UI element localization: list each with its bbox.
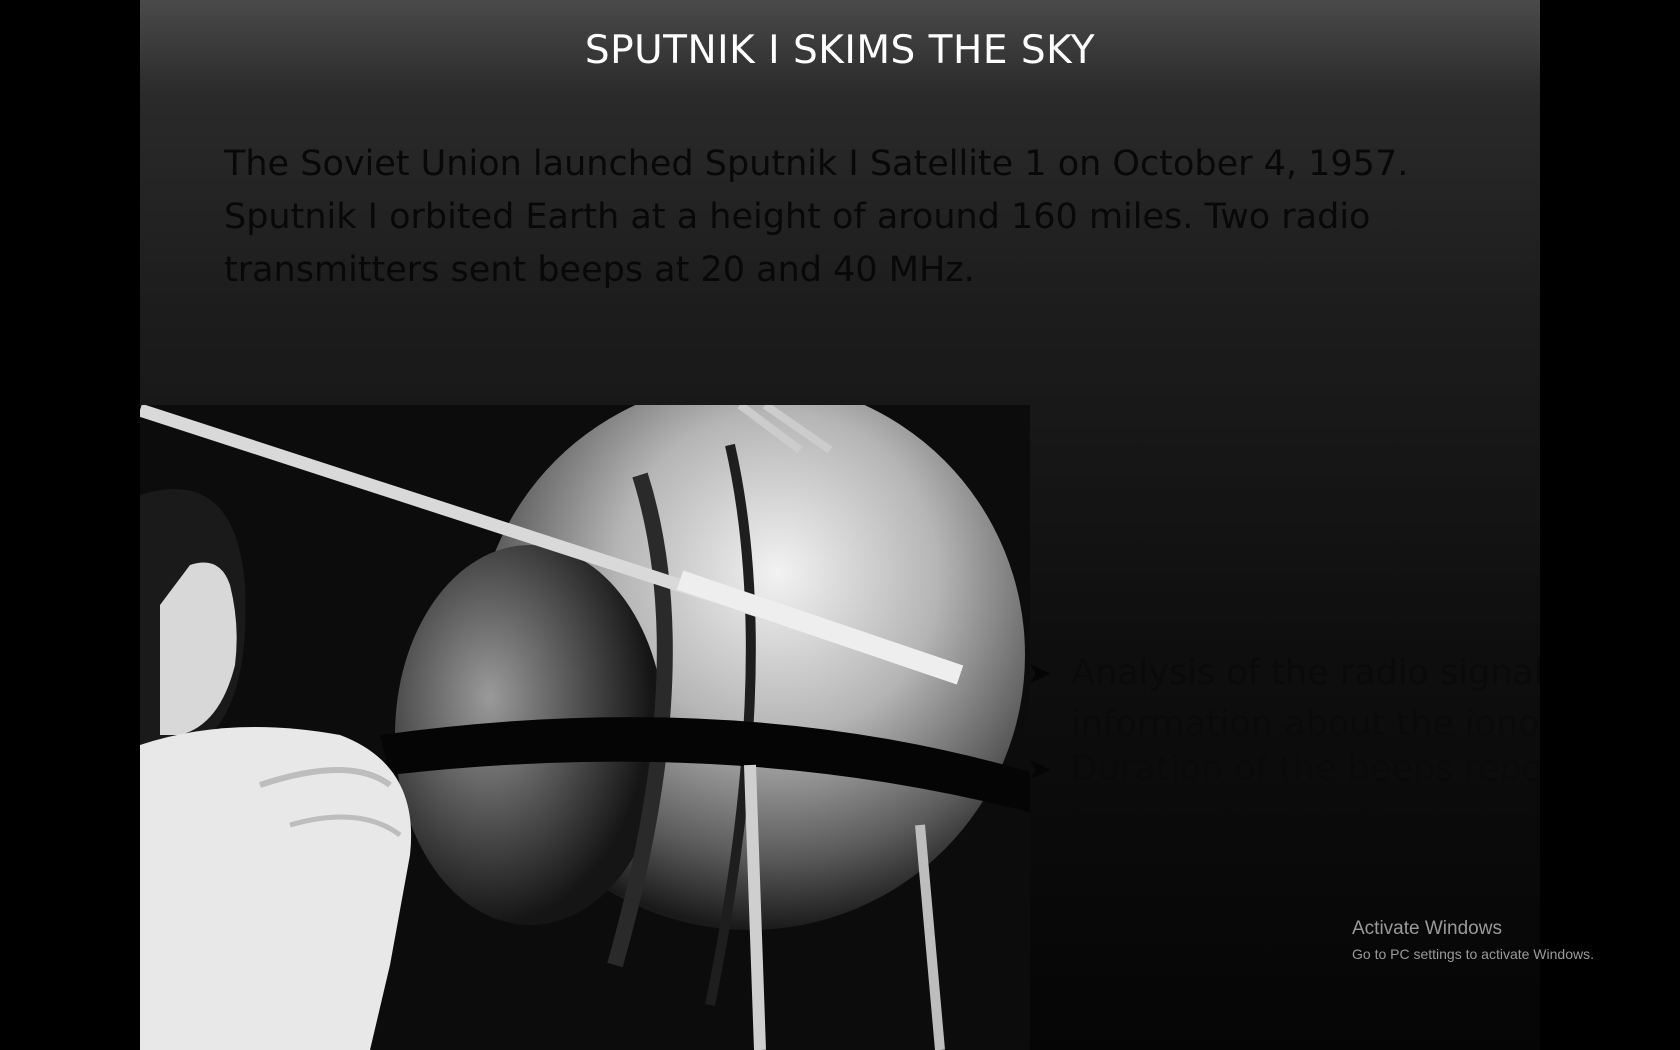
bullet-line: Analysis of the radio signals [1071, 653, 1540, 693]
sputnik-photo [140, 405, 1030, 1050]
activate-windows-watermark: Activate Windows Go to PC settings to ac… [1352, 918, 1594, 962]
slide: SPUTNIK I SKIMS THE SKY The Soviet Union… [140, 0, 1540, 1050]
arrow-bullet-icon: ➤ [1027, 752, 1053, 787]
watermark-title: Activate Windows [1352, 918, 1502, 939]
bullet-line: Duration of the beeps repor [1071, 749, 1540, 789]
bullet-item: ➤ Duration of the beeps repor temperatur… [1027, 744, 1540, 846]
slide-title: SPUTNIK I SKIMS THE SKY [584, 28, 1096, 73]
arrow-bullet-icon: ➤ [1027, 656, 1053, 691]
bullet-item: ➤ Analysis of the radio signals informat… [1027, 648, 1540, 750]
bullet-line: information about the ionos [1071, 704, 1540, 744]
sputnik-photo-image [140, 405, 1030, 1050]
bullet-list: ➤ Analysis of the radio signals informat… [1027, 648, 1540, 846]
slide-body-text: The Soviet Union launched Sputnik I Sate… [224, 144, 1409, 290]
bullet-line: temperature and pressure [1071, 800, 1531, 840]
watermark-subtitle: Go to PC settings to activate Windows. [1352, 946, 1594, 962]
